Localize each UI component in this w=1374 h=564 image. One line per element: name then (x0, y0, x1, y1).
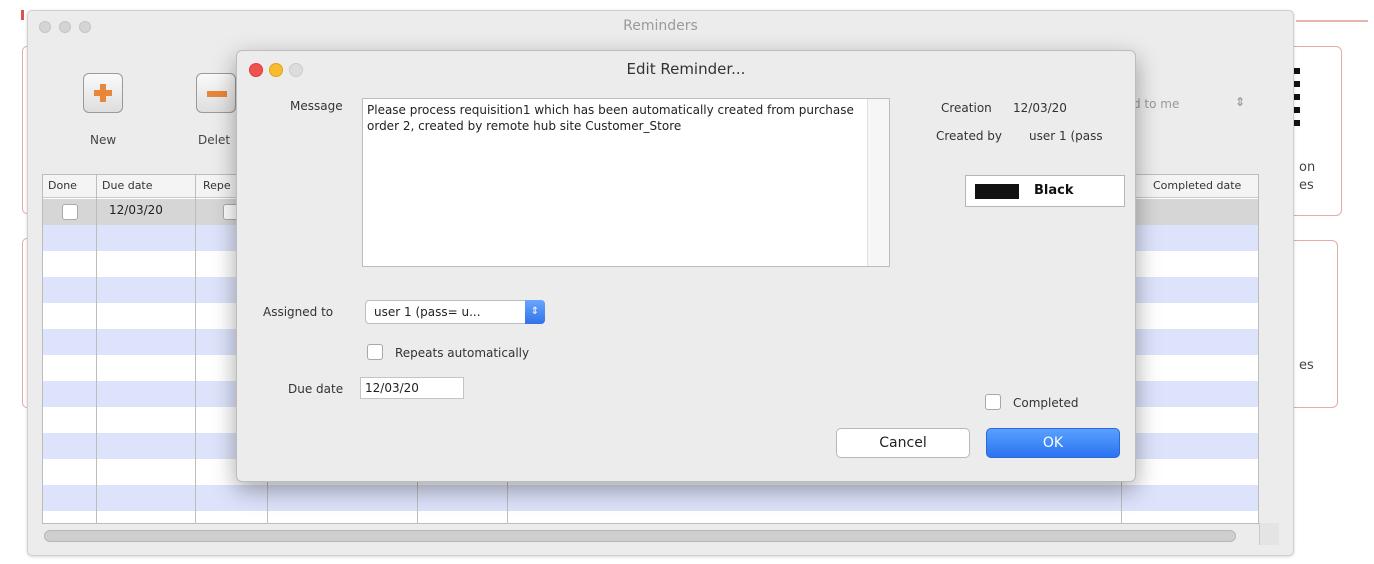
select-arrows-icon: ⇕ (525, 300, 545, 324)
minus-icon (207, 91, 227, 97)
column-divider (195, 175, 196, 523)
menu-item-partial[interactable]: ▔▔▔▔ (975, 0, 1015, 8)
ok-button[interactable]: OK (986, 428, 1120, 458)
menu-item-partial[interactable]: ▔▔▔▔ (1205, 0, 1245, 8)
due-date-label: Due date (288, 382, 344, 396)
menu-item-partial[interactable]: ▔▔▔▔▔ (740, 0, 790, 8)
textarea-scrollbar[interactable] (867, 99, 889, 266)
new-button-label: New (90, 133, 117, 147)
card-text: on (1299, 160, 1316, 175)
message-label: Message (290, 99, 343, 113)
menu-item-partial[interactable]: ▔▔▔▔▔▔▔ (270, 0, 340, 8)
color-picker[interactable]: Black (965, 175, 1125, 207)
creation-label: Creation (941, 101, 992, 115)
message-text: Please process requisition1 which has be… (367, 103, 854, 133)
filter-popup-partial[interactable]: d to me (1133, 97, 1179, 111)
edit-reminder-dialog: Edit Reminder... Message Please process … (236, 50, 1136, 482)
horizontal-scrollbar[interactable] (44, 530, 1236, 542)
created-by-label: Created by (936, 129, 1003, 143)
table-row[interactable] (43, 485, 1258, 511)
dialog-title: Edit Reminder... (626, 60, 746, 78)
color-swatch (975, 184, 1019, 199)
created-by-value: user 1 (pass (1029, 129, 1103, 143)
creation-value: 12/03/20 (1013, 101, 1067, 115)
delete-reminder-button[interactable] (196, 73, 236, 113)
completed-label: Completed (1013, 396, 1079, 410)
card-text: es (1299, 358, 1314, 373)
tab-accent-line (1296, 20, 1368, 22)
column-divider (96, 175, 97, 523)
column-header-repeats[interactable]: Repe (203, 179, 231, 192)
color-name: Black (1034, 183, 1074, 198)
plus-icon-stroke (100, 84, 106, 102)
column-header-due-date[interactable]: Due date (102, 179, 153, 192)
table-row[interactable] (43, 511, 1258, 523)
done-checkbox[interactable] (62, 204, 78, 220)
repeats-automatically-label: Repeats automatically (395, 346, 530, 360)
column-header-done[interactable]: Done (48, 179, 77, 192)
cancel-button[interactable]: Cancel (836, 428, 970, 458)
repeats-automatically-checkbox[interactable] (367, 344, 383, 360)
completed-checkbox[interactable] (985, 394, 1001, 410)
tab-accent-mark (21, 10, 24, 20)
grid-icon (1294, 68, 1300, 130)
delete-button-label: Delet (198, 133, 231, 147)
reminders-window-title: Reminders (623, 18, 698, 34)
due-date-cell: 12/03/20 (109, 203, 163, 217)
assigned-to-value: user 1 (pass= u... (374, 305, 481, 319)
card-text: es (1299, 178, 1314, 193)
assigned-to-label: Assigned to (263, 305, 334, 319)
due-date-field[interactable]: 12/03/20 (360, 377, 464, 399)
menu-item-partial[interactable]: ▔▔▔▔▔▔▔ (40, 0, 110, 8)
message-textarea[interactable]: Please process requisition1 which has be… (362, 98, 890, 267)
assigned-to-select[interactable]: user 1 (pass= u... ⇕ (365, 300, 545, 324)
menu-item-partial[interactable]: ▔▔▔ (528, 0, 558, 8)
popup-arrows-icon: ⇕ (1235, 95, 1246, 109)
column-header-completed-date[interactable]: Completed date (1153, 179, 1241, 192)
scroll-corner (1259, 523, 1279, 545)
new-reminder-button[interactable] (83, 73, 123, 113)
